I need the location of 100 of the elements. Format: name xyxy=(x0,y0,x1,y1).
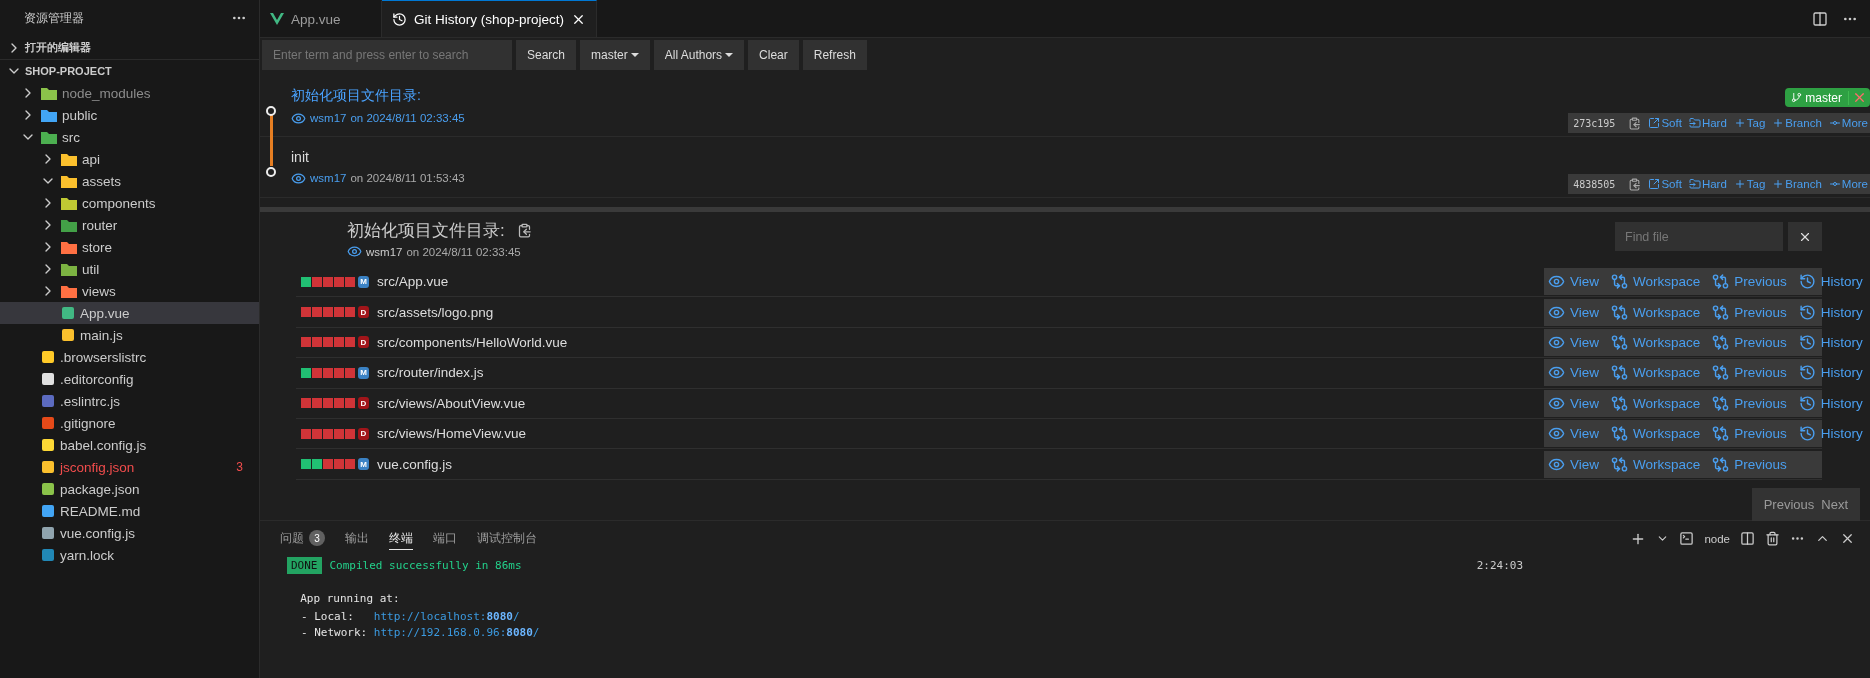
commit-action-link[interactable]: More xyxy=(1828,178,1868,190)
tree-item[interactable]: main.js xyxy=(0,324,259,346)
panel-tab[interactable]: 终端 xyxy=(389,527,413,550)
file-action-link[interactable]: Workspace xyxy=(1611,394,1701,412)
status-badge: D xyxy=(358,427,369,440)
tree-item[interactable]: README.md xyxy=(0,500,259,522)
find-file-field[interactable]: Find file xyxy=(1615,222,1783,251)
file-action-link[interactable]: Workspace xyxy=(1611,303,1701,321)
clear-button[interactable] xyxy=(1788,222,1822,251)
shell-name[interactable]: node xyxy=(1704,532,1730,545)
toolbar-button[interactable]: master xyxy=(580,40,650,70)
trash-icon[interactable] xyxy=(1765,531,1780,546)
split-icon[interactable] xyxy=(1740,531,1755,546)
compare-arrows-icon xyxy=(1611,364,1629,382)
editor-tab[interactable]: Git History (shop-project) xyxy=(382,0,598,37)
close-icon[interactable] xyxy=(1840,531,1855,546)
file-action-link[interactable]: View xyxy=(1548,364,1600,382)
file-action-link[interactable]: Workspace xyxy=(1611,455,1701,473)
file-action-link[interactable]: View xyxy=(1548,455,1600,473)
toolbar-button[interactable]: All Authors xyxy=(653,40,745,70)
tree-item[interactable]: package.json xyxy=(0,478,259,500)
clipboard-icon[interactable] xyxy=(1628,116,1642,130)
file-action-link[interactable]: Workspace xyxy=(1611,425,1701,443)
file-action-link[interactable]: Previous xyxy=(1712,425,1787,443)
file-action-link[interactable]: History xyxy=(1798,333,1863,351)
commit-action-link[interactable]: Hard xyxy=(1688,178,1727,190)
commit-action-link[interactable]: Hard xyxy=(1688,117,1727,129)
toolbar-button[interactable]: Refresh xyxy=(802,40,867,70)
tree-item[interactable]: assets xyxy=(0,170,259,192)
tree-item[interactable]: node_modules xyxy=(0,82,259,104)
commit-action-link[interactable]: More xyxy=(1828,117,1868,129)
split-editor-icon[interactable] xyxy=(1812,10,1828,27)
tree-item[interactable]: .browserslistrc xyxy=(0,346,259,368)
file-action-link[interactable]: Previous xyxy=(1712,364,1787,382)
tree-item[interactable]: util xyxy=(0,258,259,280)
file-action-link[interactable]: Previous xyxy=(1712,394,1787,412)
commit-action-link[interactable]: Tag xyxy=(1733,117,1766,129)
file-action-link[interactable]: View xyxy=(1548,425,1600,443)
tree-item[interactable]: .editorconfig xyxy=(0,368,259,390)
tree-item[interactable]: store xyxy=(0,236,259,258)
tree-item[interactable]: .eslintrc.js xyxy=(0,390,259,412)
commit-author[interactable]: wsm17 xyxy=(310,112,347,124)
commit-author[interactable]: wsm17 xyxy=(310,172,347,184)
file-action-link[interactable]: Workspace xyxy=(1611,273,1701,291)
file-action-link[interactable]: History xyxy=(1798,303,1863,321)
commit-title: 初始化项目文件目录: xyxy=(347,220,505,242)
file-action-link[interactable]: History xyxy=(1798,273,1863,291)
commit-message[interactable]: init xyxy=(291,148,309,165)
commit-action-link[interactable]: Branch xyxy=(1772,178,1822,190)
next-link[interactable]: Next xyxy=(1821,497,1848,512)
search-field[interactable]: Enter term and press enter to search xyxy=(262,40,512,70)
file-name: package.json xyxy=(60,481,141,497)
branch-badge[interactable]: master xyxy=(1785,88,1870,107)
clipboard-icon[interactable] xyxy=(1628,177,1642,191)
url-link[interactable]: http://localhost:8080/ xyxy=(373,609,520,623)
file-action-link[interactable]: History xyxy=(1798,394,1863,412)
file-action-link[interactable]: History xyxy=(1798,364,1863,382)
tree-item[interactable]: public xyxy=(0,104,259,126)
tree-item[interactable]: api xyxy=(0,148,259,170)
file-action-link[interactable]: View xyxy=(1548,273,1600,291)
panel-tab[interactable]: 问题 3 xyxy=(280,527,325,550)
tree-item[interactable]: components xyxy=(0,192,259,214)
commit-action-link[interactable]: Branch xyxy=(1772,117,1822,129)
panel-tab[interactable]: 调试控制台 xyxy=(477,527,537,550)
file-action-link[interactable]: Workspace xyxy=(1611,333,1701,351)
commit-action-link[interactable]: Tag xyxy=(1733,178,1766,190)
tree-item[interactable]: views xyxy=(0,280,259,302)
file-action-link[interactable]: View xyxy=(1548,394,1600,412)
toolbar-button[interactable]: Search xyxy=(516,40,577,70)
tree-item[interactable]: router xyxy=(0,214,259,236)
tree-item[interactable]: vue.config.js xyxy=(0,522,259,544)
clipboard-icon[interactable] xyxy=(516,223,532,238)
status-badge: D xyxy=(358,336,369,349)
file-action-link[interactable]: Previous xyxy=(1712,273,1787,291)
file-action-link[interactable]: History xyxy=(1798,425,1863,443)
file-action-link[interactable]: View xyxy=(1548,333,1600,351)
tree-item[interactable]: yarn.lock xyxy=(0,544,259,566)
commit-author[interactable]: wsm17 xyxy=(366,245,403,258)
toolbar-button[interactable]: Clear xyxy=(748,40,799,70)
section-header[interactable]: SHOP-PROJECT xyxy=(0,59,259,82)
tree-item[interactable]: .gitignore xyxy=(0,412,259,434)
panel-tab[interactable]: 输出 xyxy=(345,527,369,550)
file-action-link[interactable]: Previous xyxy=(1712,333,1787,351)
tree-item[interactable]: App.vue xyxy=(0,302,259,324)
file-action-link[interactable]: Previous xyxy=(1712,455,1787,473)
panel-tab[interactable]: 端口 xyxy=(433,527,457,550)
commit-action-link[interactable]: Soft xyxy=(1648,117,1682,129)
tree-item[interactable]: babel.config.js xyxy=(0,434,259,456)
file-path: src/components/HelloWorld.vue xyxy=(377,334,569,350)
previous-link[interactable]: Previous xyxy=(1763,497,1815,512)
section-header[interactable]: 打开的编辑器 xyxy=(0,36,259,59)
file-action-link[interactable]: Workspace xyxy=(1611,364,1701,382)
tree-item[interactable]: src xyxy=(0,126,259,148)
url-link[interactable]: http://192.168.0.96:8080/ xyxy=(373,625,540,639)
file-action-link[interactable]: Previous xyxy=(1712,303,1787,321)
commit-action-link[interactable]: Soft xyxy=(1648,178,1682,190)
tree-item[interactable]: jsconfig.json 3 xyxy=(0,456,259,478)
status-badge: D xyxy=(358,397,369,410)
file-action-link[interactable]: View xyxy=(1548,303,1600,321)
commit-message[interactable]: 初始化项目文件目录: xyxy=(291,86,421,105)
